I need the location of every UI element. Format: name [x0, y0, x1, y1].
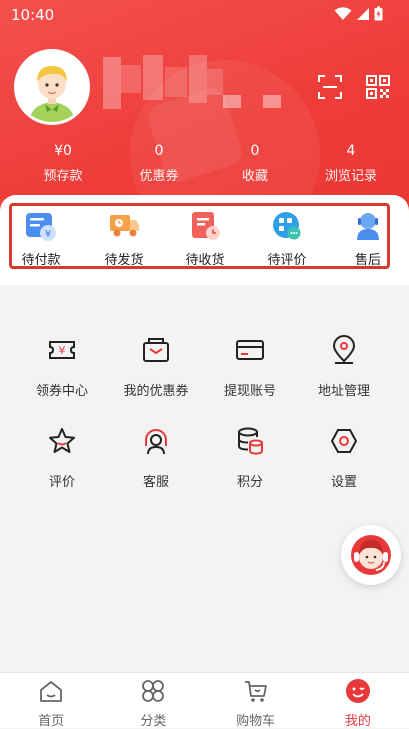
- svg-text:¥: ¥: [59, 344, 66, 357]
- stat-label: 预存款: [43, 169, 83, 184]
- stat-value: 4: [346, 143, 356, 159]
- service-label: 我的优惠券: [123, 384, 189, 399]
- order-label: 待发货: [104, 253, 144, 268]
- tab-category[interactable]: 分类: [102, 673, 204, 729]
- service-label: 评价: [48, 475, 75, 490]
- tab-mine[interactable]: 我的: [307, 673, 409, 729]
- service-address-management[interactable]: 地址管理: [297, 335, 391, 399]
- qr-code-icon[interactable]: [365, 74, 391, 100]
- cart-icon: [244, 681, 267, 702]
- delivery-truck-icon: [110, 215, 139, 237]
- stat-favorites[interactable]: 0 收藏: [207, 143, 303, 184]
- order-label: 售后: [354, 253, 381, 268]
- order-pending-shipment[interactable]: 待发货: [94, 210, 154, 268]
- service-label: 积分: [236, 475, 263, 490]
- stat-label: 优惠券: [139, 169, 179, 184]
- account-stats: ¥0 预存款 0 优惠券 0 收藏 4 浏览记录: [0, 143, 409, 184]
- service-agent-icon: [357, 213, 379, 240]
- service-reviews[interactable]: 评价: [15, 426, 109, 490]
- order-label: 待评价: [267, 253, 307, 268]
- username-blurred: [103, 55, 283, 110]
- tab-label: 首页: [38, 714, 65, 729]
- order-label: 待付款: [21, 253, 61, 268]
- avatar[interactable]: [14, 49, 90, 125]
- service-label: 客服: [142, 475, 169, 490]
- service-label: 地址管理: [317, 384, 370, 399]
- settings-hexagon-icon: [331, 429, 357, 453]
- wifi-icon: [334, 6, 352, 20]
- tab-label: 我的: [344, 714, 371, 729]
- order-label: 待收货: [185, 253, 225, 268]
- floating-customer-service-button[interactable]: [341, 525, 401, 585]
- status-bar: 10:40: [0, 0, 409, 30]
- battery-icon: [374, 6, 383, 21]
- service-label: 领券中心: [35, 384, 88, 399]
- coupon-bag-icon: [143, 338, 169, 362]
- smile-face-icon: [345, 679, 370, 703]
- service-settings[interactable]: 设置: [297, 426, 391, 490]
- service-label: 设置: [330, 475, 357, 490]
- signal-icon: [357, 7, 369, 20]
- scan-icon[interactable]: [317, 74, 343, 100]
- service-coupon-center[interactable]: ¥ 领券中心: [15, 335, 109, 399]
- service-label: 提现账号: [223, 384, 276, 399]
- stat-value: 0: [250, 143, 260, 159]
- service-withdraw-account[interactable]: 提现账号: [203, 335, 297, 399]
- stat-value: 0: [154, 143, 164, 159]
- stat-deposit[interactable]: ¥0 预存款: [15, 143, 111, 184]
- star-icon: [49, 428, 75, 453]
- chat-bubble-icon: [273, 212, 301, 240]
- order-pending-receipt[interactable]: 待收货: [175, 210, 235, 268]
- order-pending-review[interactable]: 待评价: [257, 210, 317, 268]
- order-after-sales[interactable]: 售后: [338, 210, 398, 268]
- category-icon: [142, 680, 165, 702]
- package-clock-icon: [192, 212, 220, 240]
- support-agent-icon: [351, 535, 391, 575]
- coins-icon: [238, 427, 263, 455]
- location-pin-icon: [332, 335, 356, 364]
- bottom-tab-bar: 首页 分类 购物车 我的: [0, 672, 409, 729]
- stat-value: ¥0: [54, 143, 72, 159]
- tab-label: 分类: [140, 714, 167, 729]
- stat-coupons[interactable]: 0 优惠券: [111, 143, 207, 184]
- service-my-coupons[interactable]: 我的优惠券: [109, 335, 203, 399]
- stat-label: 浏览记录: [324, 169, 377, 184]
- tab-cart[interactable]: 购物车: [205, 673, 307, 729]
- status-time: 10:40: [11, 6, 55, 24]
- svg-text:¥: ¥: [45, 229, 51, 240]
- wallet-icon: ¥: [26, 213, 56, 241]
- stat-label: 收藏: [241, 169, 268, 184]
- tab-home[interactable]: 首页: [0, 673, 102, 729]
- home-icon: [40, 681, 63, 702]
- coupon-icon: ¥: [49, 341, 75, 359]
- stat-history[interactable]: 4 浏览记录: [303, 143, 399, 184]
- headset-icon: [145, 429, 167, 455]
- card-icon: [236, 340, 264, 360]
- tab-label: 购物车: [236, 714, 276, 729]
- service-points[interactable]: 积分: [203, 426, 297, 490]
- order-pending-payment[interactable]: ¥ 待付款: [11, 210, 71, 268]
- service-customer-service[interactable]: 客服: [109, 426, 203, 490]
